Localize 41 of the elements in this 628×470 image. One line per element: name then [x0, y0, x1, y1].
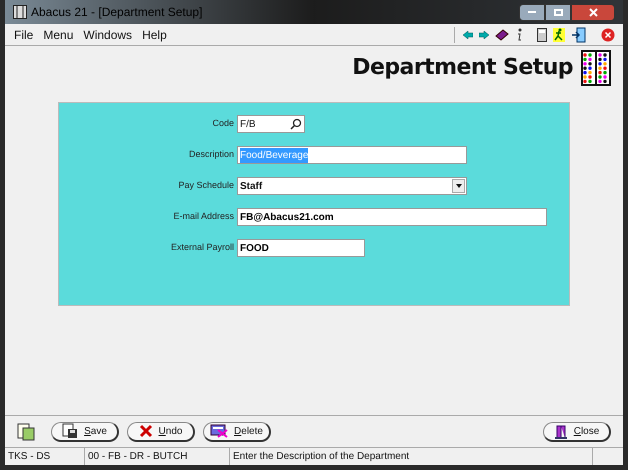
- input-field[interactable]: FOOD: [237, 239, 365, 257]
- document-icon[interactable]: [17, 422, 35, 440]
- action-button[interactable]: Delete: [203, 422, 271, 442]
- close-window-button[interactable]: [571, 4, 615, 20]
- status-text: 00 - FB - DR - BUTCH: [85, 448, 230, 465]
- status-text: Enter the Description of the Department: [230, 448, 593, 465]
- abacus-icon: [581, 50, 611, 86]
- status-text: TKS - DS: [5, 448, 85, 465]
- code-field[interactable]: F/B: [237, 115, 305, 133]
- minimize-button[interactable]: [519, 4, 545, 20]
- maximize-button[interactable]: [545, 4, 571, 20]
- delete-record-icon: [210, 424, 228, 438]
- running-figure-icon[interactable]: [553, 28, 565, 42]
- input-field[interactable]: FB@Abacus21.com: [237, 208, 547, 226]
- page-heading: Department Setup: [352, 57, 573, 79]
- field-label: E-mail Address: [172, 210, 234, 224]
- search-icon[interactable]: [290, 118, 302, 130]
- menu-item[interactable]: Help: [137, 26, 172, 44]
- field-label: Code: [211, 117, 234, 130]
- close-button[interactable]: Close: [543, 422, 611, 442]
- menu-item[interactable]: File: [9, 26, 38, 44]
- exit-door-icon[interactable]: [571, 26, 587, 42]
- x-mark-icon: [138, 424, 153, 438]
- field-label: Description: [188, 148, 234, 162]
- dropdown-field[interactable]: Staff: [237, 177, 467, 195]
- close-icon[interactable]: [601, 28, 615, 42]
- menu-item[interactable]: Windows: [78, 26, 138, 44]
- action-button[interactable]: Undo: [127, 422, 195, 442]
- close-icon[interactable]: [588, 8, 598, 16]
- menu-item[interactable]: Menu: [38, 26, 78, 44]
- info-icon[interactable]: [515, 28, 523, 42]
- window-title: Abacus 21 - [Department Setup]: [31, 4, 202, 21]
- floppy-disk-icon: [62, 423, 78, 439]
- app-icon: [13, 5, 27, 19]
- forward-arrow-icon[interactable]: [479, 30, 489, 40]
- door-icon: [554, 423, 568, 439]
- field-label: External Payroll: [170, 241, 234, 254]
- action-button[interactable]: Save: [51, 422, 119, 442]
- field-label: Pay Schedule: [177, 179, 234, 192]
- back-arrow-icon[interactable]: [463, 30, 473, 40]
- calculator-icon[interactable]: [537, 28, 547, 42]
